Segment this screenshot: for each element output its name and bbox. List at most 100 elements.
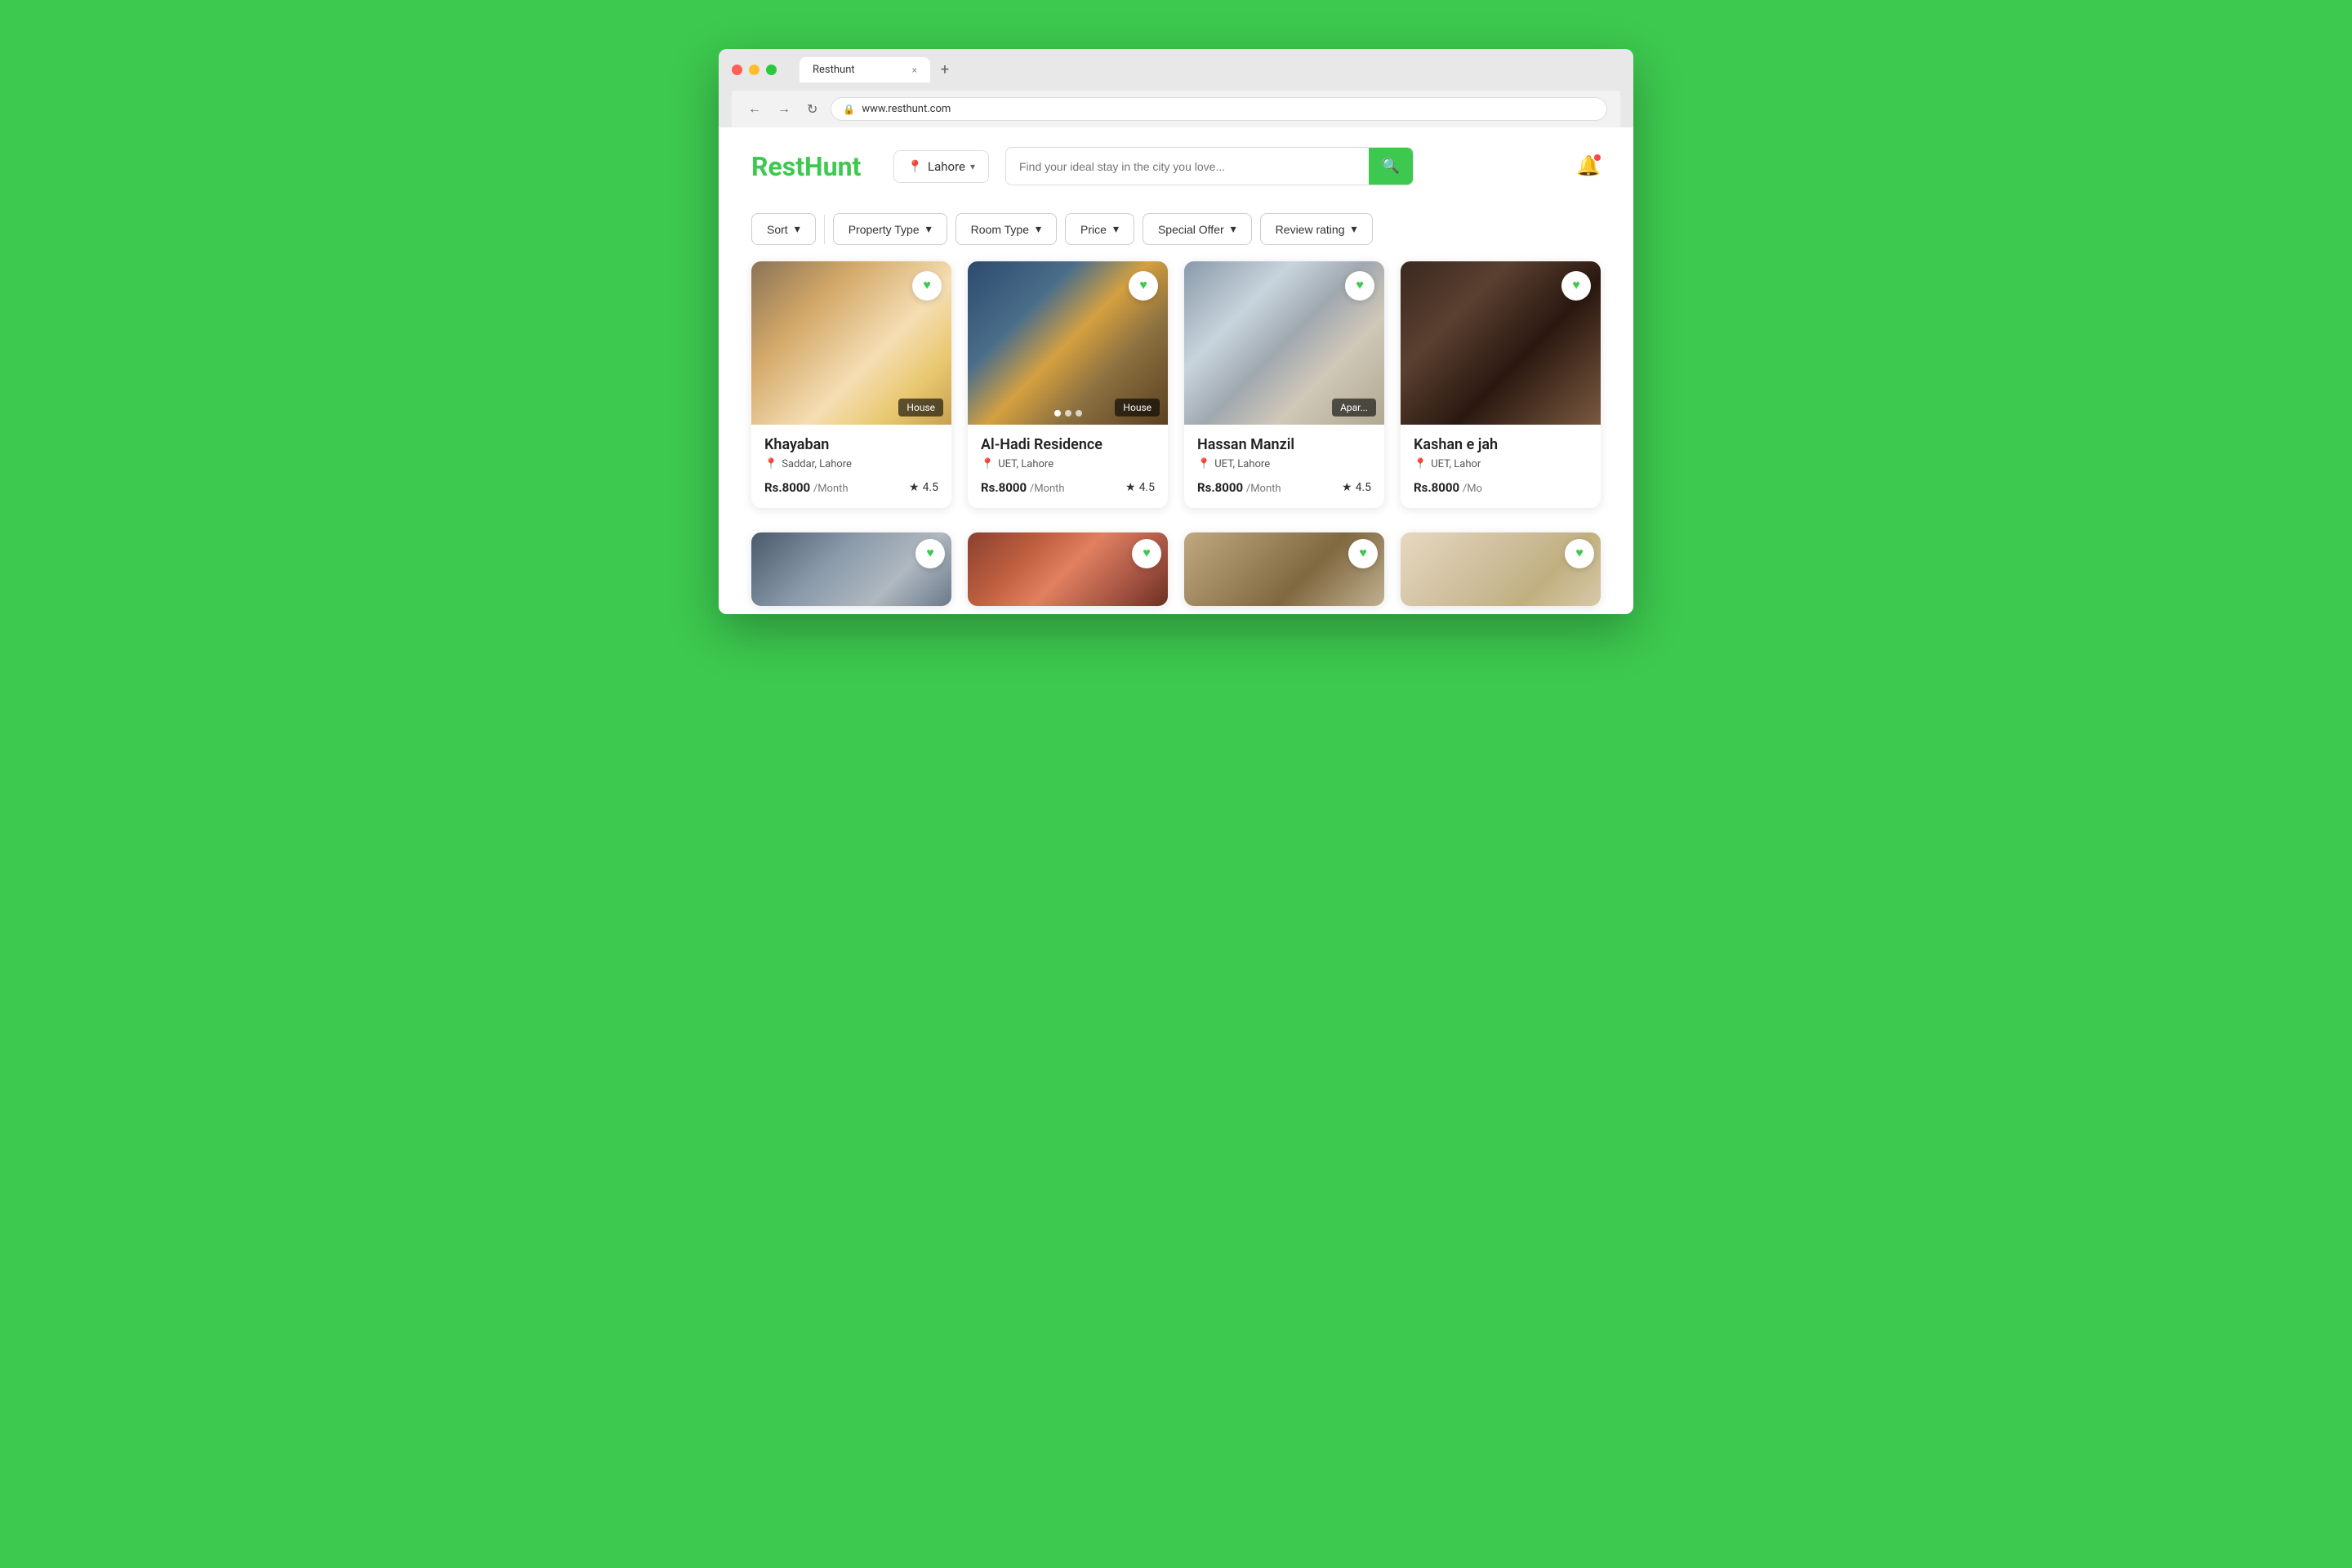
tab-close-button[interactable]: × bbox=[912, 65, 917, 76]
notification-button[interactable]: 🔔 bbox=[1576, 154, 1601, 178]
favorite-button-hassan[interactable]: ♥ bbox=[1345, 271, 1374, 301]
browser-controls: Resthunt × + bbox=[732, 57, 1620, 82]
star-icon: ★ bbox=[1342, 481, 1352, 494]
card-image-wrapper: ♥ bbox=[1401, 261, 1601, 425]
property-type-badge-alhadi: House bbox=[1115, 399, 1160, 416]
property-card-alhadi[interactable]: ♥ House Al-Hadi Residence 📍 UET, Lahore bbox=[968, 261, 1168, 508]
card-image-wrapper: ♥ House bbox=[968, 261, 1168, 425]
property-card-hassan[interactable]: ♥ Apar... Hassan Manzil 📍 UET, Lahore Rs… bbox=[1184, 261, 1384, 508]
favorite-button-b3[interactable]: ♥ bbox=[1348, 539, 1378, 568]
sort-chevron-icon: ▾ bbox=[795, 222, 800, 236]
property-location-alhadi: 📍 UET, Lahore bbox=[981, 458, 1155, 470]
property-location-kashan: 📍 UET, Lahor bbox=[1414, 458, 1588, 470]
favorite-button-b4[interactable]: ♥ bbox=[1565, 539, 1594, 568]
selected-location: Lahore bbox=[928, 159, 965, 174]
property-price-khayaban: Rs.8000 /Month bbox=[764, 480, 849, 495]
minimize-window-button[interactable] bbox=[749, 65, 760, 75]
property-footer-khayaban: Rs.8000 /Month ★ 4.5 bbox=[764, 480, 938, 495]
favorite-button-b1[interactable]: ♥ bbox=[915, 539, 945, 568]
property-price-alhadi: Rs.8000 /Month bbox=[981, 480, 1065, 495]
price-label: Price bbox=[1080, 223, 1107, 236]
site-content: RestHunt 📍 Lahore ▾ 🔍 🔔 Sort ▾ bbox=[719, 127, 1633, 614]
property-rating-khayaban: ★ 4.5 bbox=[909, 481, 938, 494]
tab-title: Resthunt bbox=[813, 64, 855, 76]
location-selector[interactable]: 📍 Lahore ▾ bbox=[893, 150, 989, 183]
favorite-button-b2[interactable]: ♥ bbox=[1132, 539, 1161, 568]
room-type-label: Room Type bbox=[971, 223, 1029, 236]
filter-sort-button[interactable]: Sort ▾ bbox=[751, 213, 816, 245]
heart-icon: ♥ bbox=[1572, 278, 1580, 293]
property-card-kashan[interactable]: ♥ Kashan e jah 📍 UET, Lahor Rs.8000 /Mo bbox=[1401, 261, 1601, 508]
review-rating-label: Review rating bbox=[1276, 223, 1345, 236]
room-type-chevron-icon: ▾ bbox=[1036, 222, 1041, 236]
filter-bar: Sort ▾ Property Type ▾ Room Type ▾ Price… bbox=[719, 205, 1633, 261]
property-location-hassan: 📍 UET, Lahore bbox=[1197, 458, 1371, 470]
property-name-alhadi: Al-Hadi Residence bbox=[981, 436, 1155, 453]
property-price-kashan: Rs.8000 /Mo bbox=[1414, 480, 1482, 495]
browser-chrome: Resthunt × + ← → ↻ 🔒 www.resthunt.com bbox=[719, 49, 1633, 127]
maximize-window-button[interactable] bbox=[766, 65, 777, 75]
heart-icon: ♥ bbox=[923, 278, 931, 293]
browser-tab[interactable]: Resthunt × bbox=[800, 57, 930, 82]
filter-price-button[interactable]: Price ▾ bbox=[1065, 213, 1134, 245]
card-image-wrapper: ♥ Apar... bbox=[1184, 261, 1384, 425]
location-pin-icon: 📍 bbox=[764, 458, 777, 470]
site-logo[interactable]: RestHunt bbox=[751, 151, 861, 182]
special-offer-label: Special Offer bbox=[1158, 223, 1224, 236]
property-location-khayaban: 📍 Saddar, Lahore bbox=[764, 458, 938, 470]
dot-3 bbox=[1076, 410, 1082, 416]
property-name-kashan: Kashan e jah bbox=[1414, 436, 1588, 453]
search-bar: 🔍 bbox=[1005, 147, 1414, 185]
refresh-button[interactable]: ↻ bbox=[804, 98, 821, 121]
property-card-khayaban[interactable]: ♥ House Khayaban 📍 Saddar, Lahore Rs.800… bbox=[751, 261, 951, 508]
address-bar[interactable]: 🔒 www.resthunt.com bbox=[831, 97, 1607, 121]
back-button[interactable]: ← bbox=[745, 99, 764, 120]
property-card-bottom-2[interactable]: ♥ bbox=[968, 532, 1168, 606]
price-chevron-icon: ▾ bbox=[1113, 222, 1119, 236]
location-pin-icon: 📍 bbox=[907, 159, 923, 174]
property-grid: ♥ House Khayaban 📍 Saddar, Lahore Rs.800… bbox=[719, 261, 1633, 532]
property-name-khayaban: Khayaban bbox=[764, 436, 938, 453]
sort-label: Sort bbox=[767, 223, 788, 236]
new-tab-button[interactable]: + bbox=[933, 58, 956, 81]
favorite-button-kashan[interactable]: ♥ bbox=[1561, 271, 1591, 301]
property-card-bottom-4[interactable]: ♥ bbox=[1401, 532, 1601, 606]
heart-icon: ♥ bbox=[1143, 546, 1151, 561]
favorite-button-khayaban[interactable]: ♥ bbox=[912, 271, 942, 301]
lock-icon: 🔒 bbox=[843, 104, 855, 115]
dot-1 bbox=[1054, 410, 1061, 416]
url-display: www.resthunt.com bbox=[862, 103, 951, 115]
card-image-wrapper: ♥ House bbox=[751, 261, 951, 425]
dot-2 bbox=[1065, 410, 1071, 416]
property-name-hassan: Hassan Manzil bbox=[1197, 436, 1371, 453]
filter-special-offer-button[interactable]: Special Offer ▾ bbox=[1143, 213, 1252, 245]
notification-badge bbox=[1594, 154, 1601, 161]
forward-button[interactable]: → bbox=[774, 99, 794, 120]
location-pin-icon: 📍 bbox=[1414, 458, 1427, 470]
card-body-kashan: Kashan e jah 📍 UET, Lahor Rs.8000 /Mo bbox=[1401, 425, 1601, 508]
star-icon: ★ bbox=[909, 481, 920, 494]
search-button[interactable]: 🔍 bbox=[1369, 148, 1413, 185]
property-price-hassan: Rs.8000 /Month bbox=[1197, 480, 1281, 495]
property-card-bottom-1[interactable]: ♥ bbox=[751, 532, 951, 606]
site-header: RestHunt 📍 Lahore ▾ 🔍 🔔 bbox=[719, 127, 1633, 205]
filter-room-type-button[interactable]: Room Type ▾ bbox=[956, 213, 1057, 245]
heart-icon: ♥ bbox=[1356, 278, 1364, 293]
search-input[interactable] bbox=[1006, 150, 1369, 183]
location-pin-icon: 📍 bbox=[981, 458, 994, 470]
browser-toolbar: ← → ↻ 🔒 www.resthunt.com bbox=[732, 91, 1620, 127]
star-icon: ★ bbox=[1125, 481, 1136, 494]
property-footer-hassan: Rs.8000 /Month ★ 4.5 bbox=[1197, 480, 1371, 495]
filter-review-rating-button[interactable]: Review rating ▾ bbox=[1260, 213, 1373, 245]
property-card-bottom-3[interactable]: ♥ bbox=[1184, 532, 1384, 606]
heart-icon: ♥ bbox=[1575, 546, 1584, 561]
close-window-button[interactable] bbox=[732, 65, 742, 75]
special-offer-chevron-icon: ▾ bbox=[1231, 222, 1236, 236]
card-body-hassan: Hassan Manzil 📍 UET, Lahore Rs.8000 /Mon… bbox=[1184, 425, 1384, 508]
tab-bar: Resthunt × + bbox=[800, 57, 956, 82]
heart-icon: ♥ bbox=[1359, 546, 1367, 561]
heart-icon: ♥ bbox=[926, 546, 934, 561]
filter-property-type-button[interactable]: Property Type ▾ bbox=[833, 213, 947, 245]
favorite-button-alhadi[interactable]: ♥ bbox=[1129, 271, 1158, 301]
browser-window: Resthunt × + ← → ↻ 🔒 www.resthunt.com Re… bbox=[719, 49, 1633, 614]
